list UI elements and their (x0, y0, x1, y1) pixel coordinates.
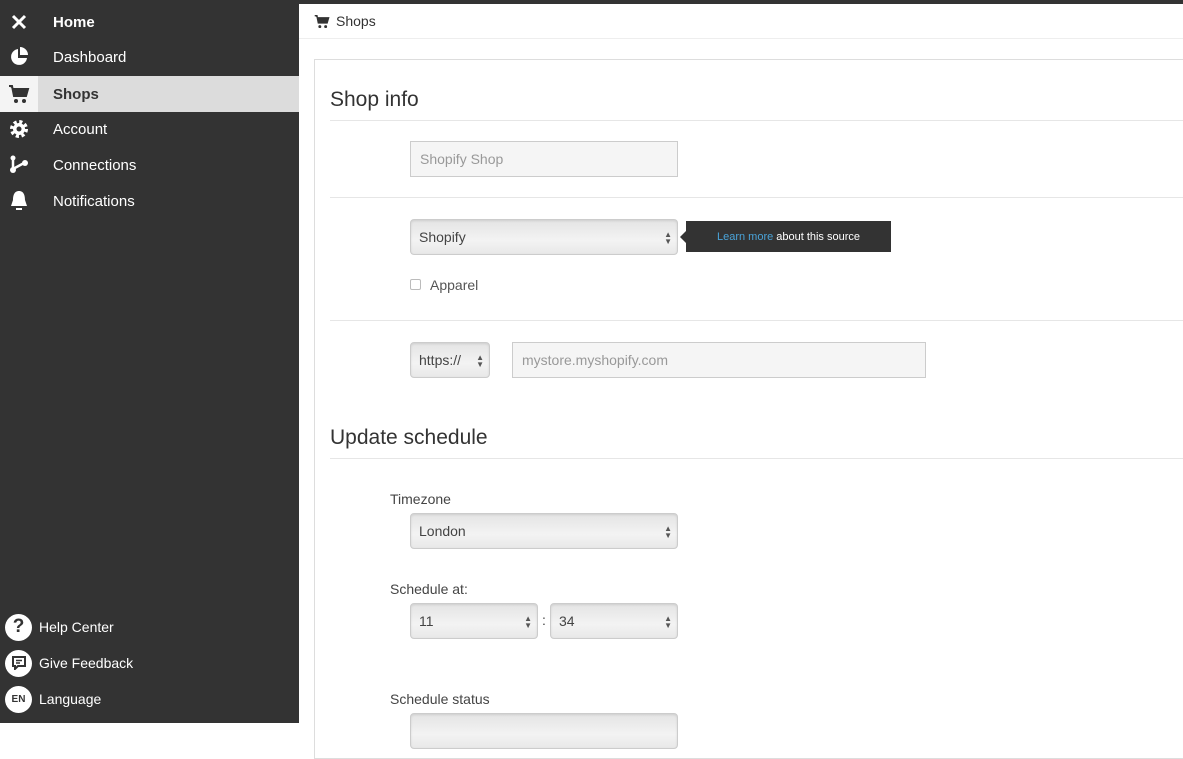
feedback-icon (5, 649, 32, 677)
sidebar-item-label: Shops (53, 85, 99, 103)
apparel-label: Apparel (430, 277, 479, 293)
gear-icon (0, 111, 38, 147)
shop-name-input[interactable]: Shopify Shop (410, 141, 678, 177)
select-arrows-icon: ▲ ▼ (476, 353, 484, 369)
select-arrows-icon: ▲ ▼ (664, 614, 672, 630)
sidebar-item-home[interactable]: Home (0, 4, 299, 40)
sidebar-item-dashboard[interactable]: Dashboard (0, 39, 299, 75)
timezone-label: Timezone (390, 491, 451, 507)
help-center-label: Help Center (39, 619, 114, 635)
sidebar-item-label: Connections (53, 156, 137, 174)
divider (330, 197, 1183, 198)
schedule-at-label: Schedule at: (390, 581, 468, 597)
sidebar: Home Dashboard Shops Account Connections… (0, 0, 299, 723)
schedule-status-select[interactable] (410, 713, 678, 749)
sidebar-item-label: Home (53, 13, 95, 31)
protocol-select[interactable]: https:// ▲ ▼ (410, 342, 490, 378)
sidebar-item-label: Dashboard (53, 48, 127, 66)
update-schedule-heading: Update schedule (330, 426, 488, 449)
time-separator: : (542, 612, 546, 628)
hour-select[interactable]: 11 ▲ ▼ (410, 603, 538, 639)
close-icon (0, 4, 38, 40)
divider (330, 458, 1183, 459)
give-feedback-link[interactable]: Give Feedback (5, 648, 133, 678)
language-icon: EN (5, 685, 32, 713)
divider (330, 320, 1183, 321)
hour-select-value: 11 (419, 613, 434, 629)
sidebar-item-notifications[interactable]: Notifications (0, 183, 299, 219)
tooltip-text: about this source (776, 230, 861, 243)
pie-chart-icon (0, 39, 38, 75)
source-select[interactable]: Shopify ▲ ▼ (410, 219, 678, 255)
sidebar-item-label: Notifications (53, 192, 135, 210)
source-tooltip: Learn more about this source (680, 221, 891, 252)
minute-select[interactable]: 34 ▲ ▼ (550, 603, 678, 639)
minute-select-value: 34 (559, 613, 575, 629)
select-arrows-icon: ▲ ▼ (664, 524, 672, 540)
language-label: Language (39, 691, 102, 707)
sidebar-item-connections[interactable]: Connections (0, 147, 299, 183)
learn-more-link[interactable]: Learn more (717, 231, 773, 243)
apparel-checkbox[interactable] (410, 279, 421, 290)
sidebar-item-label: Account (53, 120, 108, 138)
give-feedback-label: Give Feedback (39, 655, 134, 671)
language-link[interactable]: EN Language (5, 684, 101, 714)
page-title: Shops (336, 13, 376, 29)
timezone-select[interactable]: London ▲ ▼ (410, 513, 678, 549)
bell-icon (0, 183, 38, 219)
schedule-status-label: Schedule status (390, 691, 490, 707)
select-arrows-icon: ▲ ▼ (664, 230, 672, 246)
source-select-value: Shopify (419, 229, 466, 245)
select-arrows-icon: ▲ ▼ (524, 614, 532, 630)
cart-icon (314, 14, 330, 29)
sidebar-item-shops[interactable]: Shops (0, 76, 299, 112)
question-icon: ? (5, 613, 32, 641)
help-center-link[interactable]: ? Help Center (5, 612, 114, 642)
shop-url-input[interactable]: mystore.myshopify.com (512, 342, 926, 378)
divider (330, 120, 1183, 121)
branch-icon (0, 147, 38, 183)
sidebar-item-account[interactable]: Account (0, 111, 299, 147)
cart-icon (0, 76, 38, 112)
shop-info-heading: Shop info (330, 88, 419, 111)
page-header: Shops (299, 4, 1183, 39)
protocol-select-value: https:// (419, 352, 462, 368)
timezone-select-value: London (419, 523, 466, 539)
